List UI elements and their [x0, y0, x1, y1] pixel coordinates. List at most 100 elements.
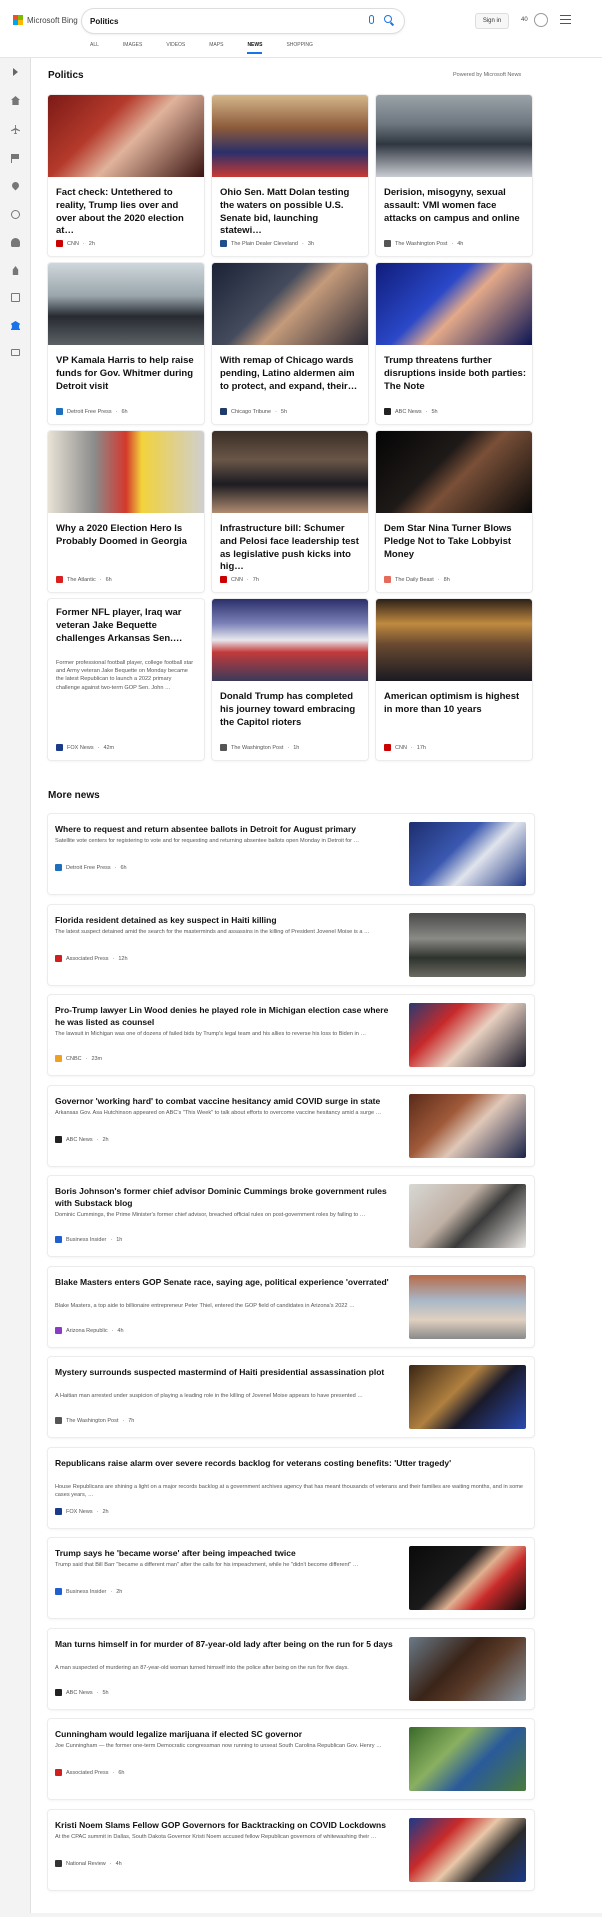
news-item-title[interactable]: Where to request and return absentee bal… — [55, 824, 400, 836]
source-name[interactable]: The Washington Post — [395, 241, 447, 247]
news-item-thumbnail[interactable] — [409, 822, 526, 886]
news-card[interactable]: Former NFL player, Iraq war veteran Jake… — [48, 599, 204, 760]
source-name[interactable]: ABC News — [395, 409, 422, 415]
person-icon[interactable] — [11, 238, 20, 247]
source-name[interactable]: National Review — [66, 1861, 106, 1867]
news-card-image[interactable] — [48, 431, 204, 513]
news-card-title[interactable]: Why a 2020 Election Hero Is Probably Doo… — [56, 523, 198, 549]
news-card-title[interactable]: Trump threatens further disruptions insi… — [384, 355, 526, 393]
news-item-thumbnail[interactable] — [409, 1818, 526, 1882]
source-name[interactable]: The Washington Post — [66, 1418, 118, 1424]
source-name[interactable]: The Atlantic — [67, 577, 96, 583]
news-card[interactable]: VP Kamala Harris to help raise funds for… — [48, 263, 204, 424]
tab-all[interactable]: ALL — [90, 42, 99, 48]
news-item-title[interactable]: Blake Masters enters GOP Senate race, sa… — [55, 1277, 400, 1289]
home-icon[interactable] — [11, 96, 20, 105]
tools-icon[interactable] — [11, 125, 20, 134]
news-card-title[interactable]: Fact check: Untethered to reality, Trump… — [56, 187, 198, 238]
news-card-image[interactable] — [48, 95, 204, 177]
source-name[interactable]: The Washington Post — [231, 745, 283, 751]
news-item-title[interactable]: Governor 'working hard' to combat vaccin… — [55, 1096, 400, 1108]
news-card[interactable]: Dem Star Nina Turner Blows Pledge Not to… — [376, 431, 532, 592]
source-name[interactable]: ABC News — [66, 1137, 93, 1143]
source-name[interactable]: Business Insider — [66, 1589, 106, 1595]
flag-icon[interactable] — [11, 154, 20, 163]
news-item-thumbnail[interactable] — [409, 1094, 526, 1158]
news-card-image[interactable] — [48, 263, 204, 345]
news-card-title[interactable]: Former NFL player, Iraq war veteran Jake… — [56, 607, 198, 645]
news-card[interactable]: Why a 2020 Election Hero Is Probably Doo… — [48, 431, 204, 592]
source-name[interactable]: Associated Press — [66, 956, 109, 962]
hamburger-menu-icon[interactable] — [560, 15, 571, 24]
news-list-item[interactable]: Trump says he 'became worse' after being… — [48, 1538, 534, 1618]
card-icon[interactable] — [11, 293, 20, 302]
location-pin-icon[interactable] — [10, 180, 21, 191]
search-icon[interactable] — [384, 15, 392, 23]
news-list-item[interactable]: Republicans raise alarm over severe reco… — [48, 1448, 534, 1528]
search-input[interactable] — [90, 16, 340, 26]
news-card-image[interactable] — [212, 263, 368, 345]
news-card-title[interactable]: Donald Trump has completed his journey t… — [220, 691, 362, 729]
news-card-image[interactable] — [212, 431, 368, 513]
news-list-item[interactable]: Where to request and return absentee bal… — [48, 814, 534, 894]
news-item-thumbnail[interactable] — [409, 913, 526, 977]
news-item-thumbnail[interactable] — [409, 1637, 526, 1701]
news-card[interactable]: Ohio Sen. Matt Dolan testing the waters … — [212, 95, 368, 256]
news-card-title[interactable]: VP Kamala Harris to help raise funds for… — [56, 355, 198, 393]
news-card-title[interactable]: Derision, misogyny, sexual assault: VMI … — [384, 187, 526, 225]
news-item-title[interactable]: Pro-Trump lawyer Lin Wood denies he play… — [55, 1005, 400, 1028]
news-item-title[interactable]: Mystery surrounds suspected mastermind o… — [55, 1367, 400, 1379]
rewards-icon[interactable] — [534, 13, 548, 27]
news-list-item[interactable]: Man turns himself in for murder of 87-ye… — [48, 1629, 534, 1709]
news-card[interactable]: Derision, misogyny, sexual assault: VMI … — [376, 95, 532, 256]
payment-icon[interactable] — [11, 349, 20, 356]
news-card[interactable]: American optimism is highest in more tha… — [376, 599, 532, 760]
source-name[interactable]: CNBC — [66, 1056, 82, 1062]
news-list-item[interactable]: Cunningham would legalize marijuana if e… — [48, 1719, 534, 1799]
tab-images[interactable]: IMAGES — [123, 42, 142, 48]
source-name[interactable]: ABC News — [66, 1690, 93, 1696]
chevron-right-icon[interactable] — [13, 68, 18, 76]
news-card-title[interactable]: Infrastructure bill: Schumer and Pelosi … — [220, 523, 362, 574]
news-card[interactable]: Trump threatens further disruptions insi… — [376, 263, 532, 424]
microphone-icon[interactable] — [369, 15, 374, 24]
news-item-title[interactable]: Florida resident detained as key suspect… — [55, 915, 400, 927]
news-list-item[interactable]: Boris Johnson's former chief advisor Dom… — [48, 1176, 534, 1256]
news-item-thumbnail[interactable] — [409, 1184, 526, 1248]
source-name[interactable]: Arizona Republic — [66, 1328, 108, 1334]
source-name[interactable]: FOX News — [66, 1509, 93, 1515]
news-card-title[interactable]: Dem Star Nina Turner Blows Pledge Not to… — [384, 523, 526, 561]
news-card-image[interactable] — [376, 263, 532, 345]
news-card[interactable]: Fact check: Untethered to reality, Trump… — [48, 95, 204, 256]
news-card-title[interactable]: With remap of Chicago wards pending, Lat… — [220, 355, 362, 393]
news-item-thumbnail[interactable] — [409, 1727, 526, 1791]
news-card-image[interactable] — [212, 599, 368, 681]
news-list-item[interactable]: Kristi Noem Slams Fellow GOP Governors f… — [48, 1810, 534, 1890]
news-item-thumbnail[interactable] — [409, 1546, 526, 1610]
powered-by-label[interactable]: Powered by Microsoft News — [453, 72, 521, 78]
news-item-title[interactable]: Cunningham would legalize marijuana if e… — [55, 1729, 400, 1741]
news-item-title[interactable]: Trump says he 'became worse' after being… — [55, 1548, 400, 1560]
news-card[interactable]: With remap of Chicago wards pending, Lat… — [212, 263, 368, 424]
news-card-image[interactable] — [376, 95, 532, 177]
news-item-title[interactable]: Kristi Noem Slams Fellow GOP Governors f… — [55, 1820, 400, 1832]
news-card-image[interactable] — [376, 431, 532, 513]
source-name[interactable]: Detroit Free Press — [67, 409, 112, 415]
source-name[interactable]: CNN — [231, 577, 243, 583]
news-card[interactable]: Infrastructure bill: Schumer and Pelosi … — [212, 431, 368, 592]
news-list-item[interactable]: Pro-Trump lawyer Lin Wood denies he play… — [48, 995, 534, 1075]
source-name[interactable]: Associated Press — [66, 1770, 109, 1776]
globe-icon[interactable] — [11, 210, 20, 219]
source-name[interactable]: Detroit Free Press — [66, 865, 111, 871]
rocket-icon[interactable] — [12, 266, 19, 275]
news-list-item[interactable]: Mystery surrounds suspected mastermind o… — [48, 1357, 534, 1437]
tab-news[interactable]: NEWS — [247, 42, 263, 54]
rewards-count[interactable]: 40 — [521, 17, 528, 23]
sign-in-button[interactable]: Sign in — [475, 13, 509, 29]
tab-shopping[interactable]: SHOPPING — [286, 42, 312, 48]
news-card[interactable]: Donald Trump has completed his journey t… — [212, 599, 368, 760]
bing-logo[interactable]: Microsoft Bing — [13, 15, 78, 25]
news-card-image[interactable] — [376, 599, 532, 681]
news-card-title[interactable]: Ohio Sen. Matt Dolan testing the waters … — [220, 187, 362, 238]
news-list-item[interactable]: Florida resident detained as key suspect… — [48, 905, 534, 985]
